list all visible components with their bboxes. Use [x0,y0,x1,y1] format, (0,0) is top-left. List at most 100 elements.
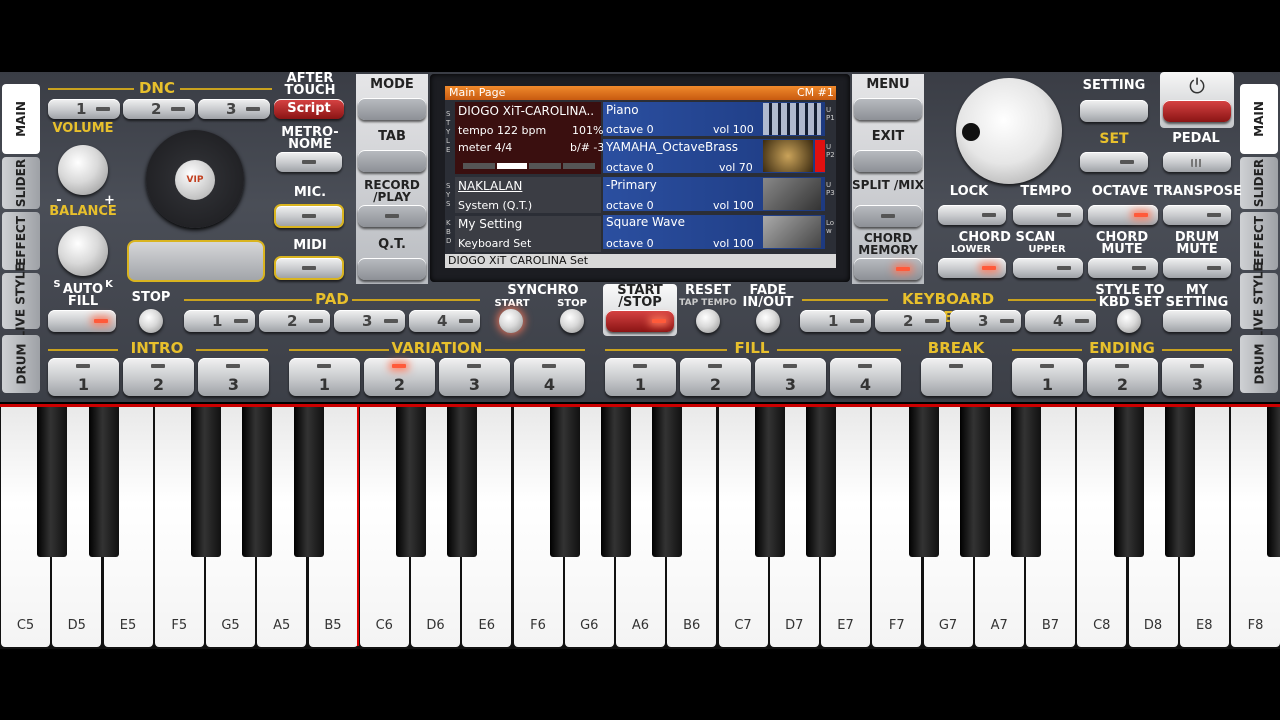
dnc-button-2[interactable]: 2 [123,99,195,119]
pad-stop-button[interactable] [139,309,163,333]
black-key[interactable] [1267,407,1280,557]
keyboard-set-button-4[interactable]: 4 [1025,310,1096,332]
pad-button-4[interactable]: 4 [409,310,480,332]
balance-knob[interactable] [58,226,108,276]
fade-button[interactable] [756,309,780,333]
tab-live-style-left[interactable]: LIVE STYLE [2,263,40,339]
qt-button[interactable] [358,258,426,280]
ending-button-3[interactable]: 3 [1162,358,1233,396]
setting-button[interactable] [1080,100,1148,122]
menu-button[interactable] [854,98,922,120]
black-key[interactable] [908,407,939,557]
pad-display-button[interactable] [127,240,265,282]
black-key[interactable] [549,407,580,557]
black-key[interactable] [652,407,683,557]
tab-drum-right[interactable]: DRUM [1240,335,1278,393]
black-key[interactable] [1164,407,1195,557]
chord-scan-upper-button[interactable] [1013,258,1083,278]
chord-mute-button[interactable] [1088,258,1158,278]
tab-slider-right[interactable]: SLIDER [1240,157,1278,209]
volume-knob[interactable] [58,145,108,195]
tempo-button[interactable] [1013,205,1083,225]
variation-button-4[interactable]: 4 [514,358,585,396]
button-label: 4 [543,375,556,394]
intro-button-3[interactable]: 3 [198,358,269,396]
variation-button-1[interactable]: 1 [289,358,360,396]
chord-scan-lower-button[interactable] [938,258,1006,278]
beat-indicator [463,163,495,169]
midi-button[interactable] [274,256,344,280]
fill-button-4[interactable]: 4 [830,358,901,396]
metronome-button[interactable] [276,152,342,172]
ending-button-1[interactable]: 1 [1012,358,1083,396]
pad-button-1[interactable]: 1 [184,310,255,332]
tab-drum-left[interactable]: DRUM [2,335,40,393]
keyboard-set-button-3[interactable]: 3 [950,310,1021,332]
tab-button[interactable] [358,150,426,172]
tab-effect-left[interactable]: EFFECT [2,212,40,270]
mode-button[interactable] [358,98,426,120]
keyboard-set-button-2[interactable]: 2 [875,310,946,332]
intro-button-2[interactable]: 2 [123,358,194,396]
mic-button[interactable] [274,204,344,228]
split-mix-button[interactable] [854,205,922,227]
variation-button-3[interactable]: 3 [439,358,510,396]
black-key[interactable] [1011,407,1041,557]
black-key[interactable] [754,407,785,557]
style-to-kbd-button[interactable] [1117,309,1141,333]
synchro-stop-button[interactable] [560,309,584,333]
auto-fill-button[interactable] [48,310,116,332]
pad-button-3[interactable]: 3 [334,310,405,332]
drum-mute-button[interactable] [1163,258,1231,278]
black-key[interactable] [601,407,631,557]
tab-main-left[interactable]: MAIN [2,84,40,154]
synchro-start-button[interactable] [499,309,523,333]
black-key[interactable] [242,407,273,557]
black-key[interactable] [88,407,119,557]
reset-button[interactable] [696,309,720,333]
divider [48,349,118,351]
button-label: 1 [76,100,87,118]
fill-button-1[interactable]: 1 [605,358,676,396]
intro-button-1[interactable]: 1 [48,358,119,396]
fill-button-2[interactable]: 2 [680,358,751,396]
keyboard-set-button-1[interactable]: 1 [800,310,871,332]
transpose-button[interactable] [1163,205,1231,225]
black-key[interactable] [396,407,426,557]
exit-button[interactable] [854,150,922,172]
start-stop-button[interactable] [606,310,674,332]
black-key[interactable] [1113,407,1144,557]
octave-button[interactable] [1088,205,1158,225]
pedal-button[interactable] [1163,152,1231,172]
my-setting-button[interactable] [1163,310,1231,332]
pedal-icon [1191,159,1203,167]
fill-button-3[interactable]: 3 [755,358,826,396]
set-button[interactable] [1080,152,1148,172]
black-key[interactable] [293,407,324,557]
chord-memory-button[interactable] [854,258,922,280]
script-button[interactable]: Script [274,99,344,119]
dnc-button-3[interactable]: 3 [198,99,270,119]
black-key[interactable] [806,407,836,557]
variation-button-2[interactable]: 2 [364,358,435,396]
break-button[interactable] [921,358,992,396]
tab-effect-right[interactable]: EFFECT [1240,212,1278,270]
tab-label: LIVE STYLE [14,263,29,339]
key-label: G6 [580,618,599,633]
black-key[interactable] [447,407,478,557]
dnc-button-1[interactable]: 1 [48,99,120,119]
black-key[interactable] [37,407,68,557]
lock-button[interactable] [938,205,1006,225]
power-button[interactable] [1163,100,1231,122]
black-key[interactable] [191,407,221,557]
tab-live-style-right[interactable]: LIVE STYLE [1240,263,1278,339]
pad-button-2[interactable]: 2 [259,310,330,332]
black-key[interactable] [959,407,990,557]
key-label: E5 [119,618,137,633]
tab-main-right[interactable]: MAIN [1240,84,1278,154]
record-play-button[interactable] [358,205,426,227]
tab-slider-left[interactable]: SLIDER [2,157,40,209]
screen-footer-text: DIOGO XiT CAROLINA Set [448,254,589,267]
upper-label: UPPER [1028,244,1066,255]
ending-button-2[interactable]: 2 [1087,358,1158,396]
